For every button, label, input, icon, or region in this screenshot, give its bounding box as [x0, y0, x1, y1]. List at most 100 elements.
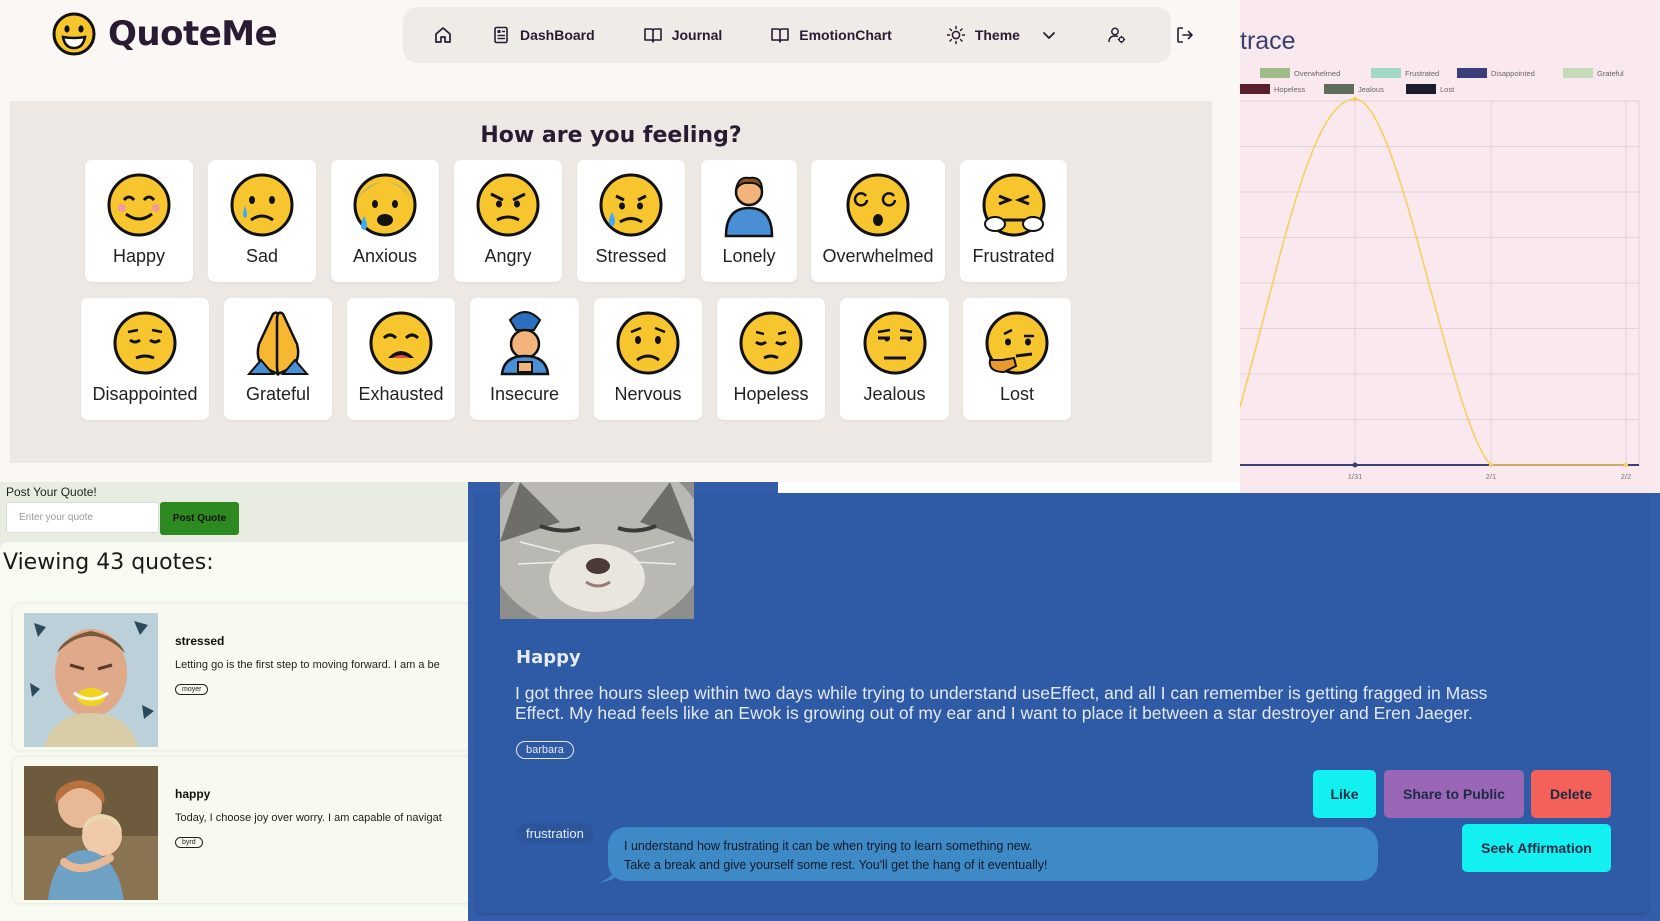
post-quote-button[interactable]: Post Quote — [160, 502, 239, 535]
chevron-down-icon — [1043, 32, 1055, 39]
lonely-emoji-icon — [724, 176, 774, 238]
emotion-label: Hopeless — [733, 384, 809, 404]
nav-logout[interactable] — [1167, 19, 1203, 51]
legend-label: Hopeless — [1274, 85, 1306, 94]
emotion-card-stressed[interactable]: Stressed — [577, 160, 685, 282]
theme-label: Theme — [974, 27, 1020, 43]
quote-detail-panel: Happy I got three hours sleep within two… — [468, 482, 1660, 921]
data-point — [1352, 462, 1358, 468]
emotion-label: Nervous — [614, 384, 682, 404]
theme-dropdown[interactable]: Theme — [938, 19, 1067, 51]
share-public-button[interactable]: Share to Public — [1384, 770, 1524, 818]
emotion-card-exhausted[interactable]: Exhausted — [347, 298, 455, 420]
open-book-icon — [643, 28, 662, 43]
feelings-card: How are you feeling? Happy Sad Anxious Angr… — [10, 101, 1212, 463]
disappointed-emoji-icon — [113, 311, 177, 375]
nav-emotion-chart[interactable]: EmotionChart — [762, 19, 900, 51]
nav-home[interactable] — [425, 19, 461, 51]
emotion-card-jealous[interactable]: Jealous — [840, 298, 949, 420]
emotion-label: Overwhelmed — [822, 246, 934, 266]
emotion-card-grateful[interactable]: Grateful — [224, 298, 332, 420]
x-tick-label: 2/2 — [1621, 472, 1631, 481]
grinning-face-logo-icon — [52, 12, 96, 56]
emotion-card-disappointed[interactable]: Disappointed — [81, 298, 209, 420]
emotion-label: Stressed — [595, 246, 667, 266]
x-tick-label: 2/1 — [1486, 472, 1496, 481]
like-button[interactable]: Like — [1313, 770, 1376, 818]
nervous-emoji-icon — [616, 311, 680, 375]
overwhelmed-emoji-icon — [846, 173, 910, 237]
data-point — [1488, 462, 1494, 468]
quote-photo — [24, 766, 158, 900]
emotion-card-lost[interactable]: Lost — [963, 298, 1071, 420]
emotion-card-hopeless[interactable]: Hopeless — [717, 298, 825, 420]
quotes-panel: Post Your Quote! Post Quote Viewing 43 q… — [0, 482, 468, 921]
legend-swatch — [1563, 68, 1593, 78]
legend-swatch — [1240, 84, 1270, 94]
legend-swatch — [1457, 68, 1487, 78]
post-quote-label: Post Your Quote! — [6, 485, 97, 499]
emotion-card-overwhelmed[interactable]: Overwhelmed — [811, 160, 945, 282]
kitten-photo — [500, 482, 694, 619]
seek-affirmation-button[interactable]: Seek Affirmation — [1462, 824, 1611, 872]
affirmation-line: I understand how frustrating it can be w… — [624, 839, 1033, 853]
quote-photo — [24, 613, 158, 747]
exhausted-emoji-icon — [369, 311, 433, 375]
logout-icon — [1177, 27, 1193, 43]
grateful-emoji-icon — [246, 311, 310, 376]
sad-emoji-icon — [230, 173, 294, 237]
nav-journal-label: Journal — [671, 27, 723, 43]
dashboard-icon — [494, 26, 508, 44]
happy-emoji-icon — [107, 173, 171, 237]
open-book-icon — [771, 28, 790, 43]
quote-count: Viewing 43 quotes: — [3, 550, 214, 575]
legend-swatch — [1260, 68, 1290, 78]
affirmation-line: Take a break and give yourself some rest… — [624, 858, 1048, 872]
emotion-label: Sad — [245, 246, 279, 266]
hopeless-emoji-icon — [739, 311, 803, 375]
detail-mood: Happy — [516, 647, 581, 668]
emotion-label: Grateful — [245, 384, 311, 404]
emotion-card-happy[interactable]: Happy — [85, 160, 193, 282]
emotion-label: Lonely — [722, 246, 776, 266]
lost-emoji-icon — [985, 311, 1049, 375]
quote-card[interactable]: stressed Letting go is the first step to… — [13, 604, 468, 750]
app-name: QuoteMe — [108, 14, 278, 54]
emotion-label: Exhausted — [358, 384, 444, 404]
feelings-title: How are you feeling? — [480, 123, 742, 148]
emotion-card-lonely[interactable]: Lonely — [701, 160, 797, 282]
nav-user-settings[interactable] — [1099, 19, 1135, 51]
sun-icon — [946, 25, 966, 45]
series-curve — [1240, 98, 1626, 466]
emotion-label: Disappointed — [92, 384, 198, 404]
affirmation-emotion-tag: frustration — [516, 823, 594, 844]
stressed-emoji-icon — [599, 173, 663, 237]
legend-swatch — [1406, 84, 1436, 94]
quote-input[interactable] — [6, 502, 159, 533]
app-logo[interactable]: QuoteMe — [52, 12, 278, 56]
quote-card[interactable]: happy Today, I choose joy over worry. I … — [13, 757, 468, 903]
user-settings-icon — [1108, 27, 1126, 44]
legend-label: Overwhelmed — [1294, 69, 1340, 78]
nav-dashboard[interactable]: DashBoard — [483, 19, 603, 51]
emotion-card-angry[interactable]: Angry — [454, 160, 562, 282]
quote-text: Today, I choose joy over worry. I am cap… — [175, 812, 442, 824]
quote-author-tag: byrd — [175, 837, 203, 848]
emotion-card-frustrated[interactable]: Frustrated — [960, 160, 1067, 282]
emotion-card-insecure[interactable]: Insecure — [470, 298, 579, 420]
emotion-label: Angry — [484, 246, 532, 266]
data-point — [1352, 96, 1358, 102]
delete-button[interactable]: Delete — [1531, 770, 1611, 818]
nav-journal[interactable]: Journal — [635, 19, 731, 51]
emotion-card-sad[interactable]: Sad — [208, 160, 316, 282]
emotion-card-nervous[interactable]: Nervous — [594, 298, 702, 420]
emotion-card-anxious[interactable]: Anxious — [331, 160, 439, 282]
angry-emoji-icon — [476, 173, 540, 237]
quote-text: Letting go is the first step to moving f… — [175, 659, 440, 671]
emotion-label: Lost — [999, 384, 1035, 404]
quote-mood: stressed — [175, 634, 225, 648]
detail-quote-text: I got three hours sleep within two days … — [515, 683, 1488, 723]
anxious-emoji-icon — [353, 173, 417, 237]
x-tick-label: 1/31 — [1348, 472, 1363, 481]
home-icon — [435, 27, 451, 43]
